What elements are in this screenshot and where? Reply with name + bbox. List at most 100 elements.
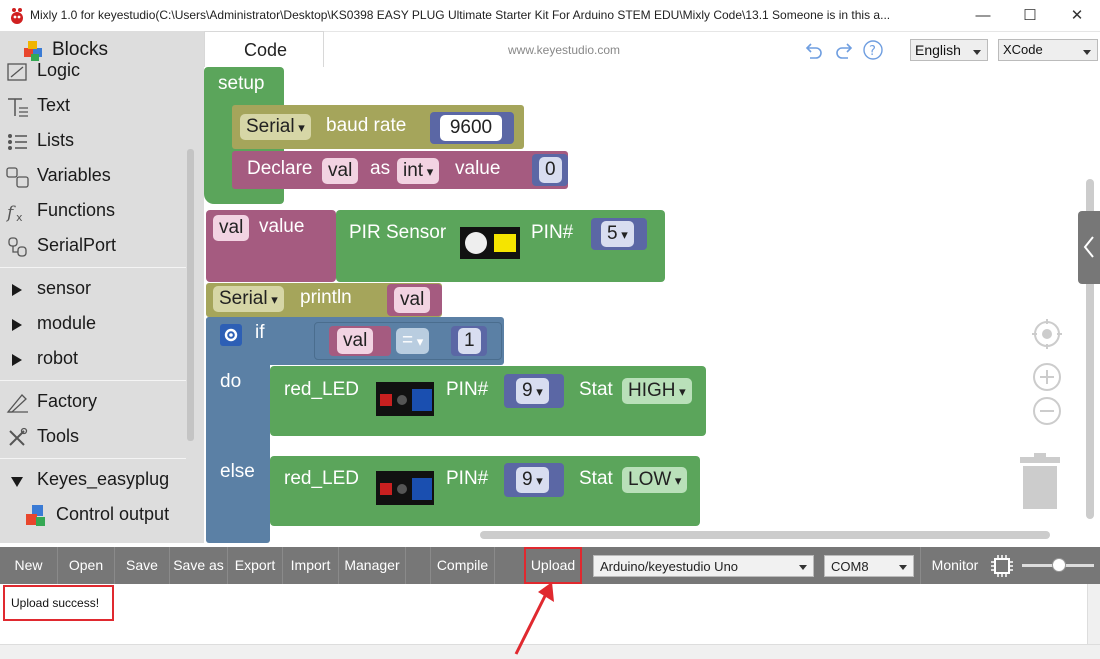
zoom-out-icon[interactable] [1032, 396, 1062, 426]
side-panel-toggle[interactable] [1078, 211, 1100, 284]
group-module-label: module [37, 313, 97, 333]
category-tools[interactable]: Tools [0, 421, 186, 455]
port-select-value: COM8 [831, 559, 869, 574]
stat-label: Stat [579, 379, 613, 400]
led-pin-select[interactable]: 9 [516, 467, 549, 493]
init-value-field[interactable]: 0 [539, 157, 562, 183]
sidebar-scrollbar[interactable] [187, 149, 194, 441]
port-select[interactable]: COM8 [824, 555, 914, 577]
console-vertical-scrollbar[interactable] [1087, 584, 1100, 644]
zoom-slider-handle[interactable] [1052, 558, 1066, 572]
serial-select[interactable]: Serial [240, 114, 311, 140]
category-serialport-label: SerialPort [37, 235, 117, 255]
group-sensor[interactable]: sensor [0, 273, 186, 307]
pir-pin-select-value: 5 [607, 223, 618, 244]
pir-module-icon [460, 227, 520, 259]
tab-code-label: Code [244, 40, 288, 60]
save-as-button[interactable]: Save as [170, 547, 228, 584]
close-button[interactable]: ✕ [1054, 0, 1100, 31]
led-pin-select[interactable]: 9 [516, 378, 549, 404]
redo-icon[interactable] [834, 41, 854, 59]
theme-select-value: XCode [1003, 42, 1043, 57]
led-label: red_LED [284, 468, 359, 489]
site-link[interactable]: www.keyestudio.com [508, 43, 620, 57]
setup-label: setup [218, 73, 265, 94]
save-button[interactable]: Save [115, 547, 170, 584]
collapse-arrow-icon [11, 477, 23, 487]
maximize-button[interactable]: ☐ [1007, 0, 1053, 31]
category-lists[interactable]: Lists [0, 125, 186, 159]
category-functions[interactable]: fx Functions [0, 195, 186, 229]
help-icon[interactable]: ? [862, 39, 884, 61]
svg-text:x: x [16, 211, 23, 223]
group-robot[interactable]: robot [0, 343, 186, 377]
tab-code[interactable]: Code [204, 31, 324, 67]
baud-value-field[interactable]: 9600 [440, 115, 502, 141]
group-robot-label: robot [37, 348, 79, 368]
state-select[interactable]: LOW [622, 467, 688, 493]
svg-text:f: f [6, 203, 16, 223]
pin-label: PIN# [531, 222, 574, 243]
compile-button[interactable]: Compile [431, 547, 495, 584]
upload-button[interactable]: Upload [524, 547, 582, 584]
operator-select-value: = [402, 330, 414, 351]
pir-pin-select[interactable]: 5 [601, 221, 634, 247]
expand-arrow-icon [12, 284, 22, 296]
category-serialport[interactable]: SerialPort [0, 230, 186, 264]
led-pin-select-value: 9 [522, 469, 533, 490]
category-lists-label: Lists [37, 130, 75, 150]
console-message: Upload success! [11, 596, 100, 610]
import-button[interactable]: Import [283, 547, 339, 584]
pir-label: PIR Sensor [349, 222, 447, 243]
chevron-left-icon [1083, 236, 1094, 258]
recenter-icon[interactable] [1032, 319, 1062, 349]
category-factory[interactable]: Factory [0, 386, 186, 420]
category-text-label: Text [37, 95, 71, 115]
led-module-icon [376, 382, 434, 416]
theme-select[interactable]: XCode [998, 39, 1098, 61]
block-workspace[interactable]: setup Serial baud rate 9600 Declare val … [204, 67, 1100, 543]
minimize-button[interactable]: — [960, 0, 1006, 31]
var-name-field[interactable]: val [337, 328, 374, 354]
workspace-horizontal-scrollbar[interactable] [480, 531, 1050, 539]
open-button[interactable]: Open [58, 547, 115, 584]
serial-select-value: Serial [219, 288, 268, 309]
manager-button[interactable]: Manager [339, 547, 406, 584]
svg-text:?: ? [869, 44, 876, 59]
group-module[interactable]: module [0, 308, 186, 342]
var-name-field[interactable]: val [213, 215, 250, 241]
category-control-output[interactable]: Control output [20, 499, 190, 533]
trash-icon[interactable] [1018, 453, 1062, 509]
zoom-in-icon[interactable] [1032, 362, 1062, 392]
group-keyes-easyplug[interactable]: Keyes_easyplug [0, 464, 186, 498]
println-label: println [300, 287, 352, 308]
serial-port-icon [8, 237, 27, 257]
group-keyes-easyplug-label: Keyes_easyplug [37, 469, 170, 489]
state-select[interactable]: HIGH [622, 378, 692, 404]
compare-value-field[interactable]: 1 [458, 328, 481, 354]
list-icon [8, 134, 27, 150]
category-tools-label: Tools [37, 426, 80, 446]
gear-icon[interactable] [220, 324, 242, 346]
operator-select[interactable]: = [396, 328, 430, 354]
var-name-field[interactable]: val [394, 287, 431, 313]
category-logic[interactable]: Logic [0, 55, 186, 89]
var-name-field[interactable]: val [322, 158, 359, 184]
language-select[interactable]: English [910, 39, 988, 61]
type-select[interactable]: int [397, 158, 440, 184]
chip-icon[interactable] [990, 554, 1014, 578]
serial-select[interactable]: Serial [213, 286, 284, 312]
as-label: as [370, 158, 391, 179]
state-select-value: LOW [628, 469, 672, 490]
category-variables[interactable]: Variables [0, 160, 186, 194]
expand-arrow-icon [12, 354, 22, 366]
new-button[interactable]: New [0, 547, 58, 584]
value-label: value [259, 216, 305, 237]
monitor-button[interactable]: Monitor [925, 547, 985, 584]
export-button[interactable]: Export [228, 547, 283, 584]
title-bar: Mixly 1.0 for keyestudio(C:\Users\Admini… [0, 0, 1100, 32]
board-select[interactable]: Arduino/keyestudio Uno [593, 555, 814, 577]
control-output-icon [26, 505, 45, 526]
undo-icon[interactable] [804, 41, 824, 59]
category-text[interactable]: Text [0, 90, 186, 124]
